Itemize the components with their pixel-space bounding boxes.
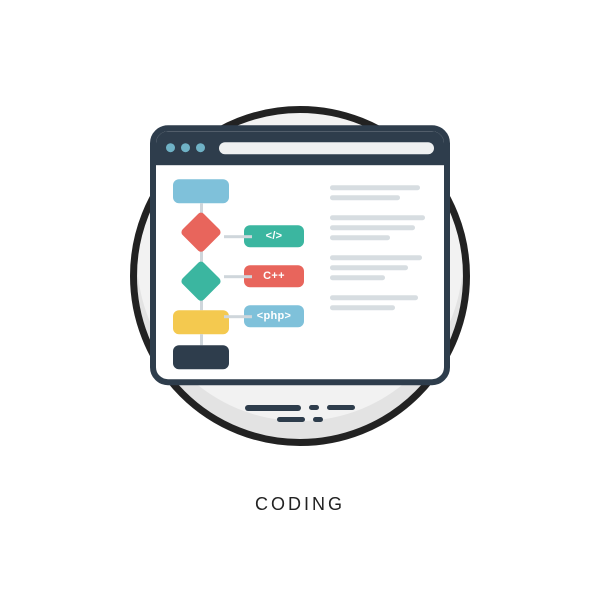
dash-icon	[277, 417, 305, 422]
code-line	[330, 225, 415, 230]
dash-icon	[309, 405, 319, 410]
flow-end-node	[173, 345, 229, 369]
dash-icon	[327, 405, 355, 410]
flow-connector	[200, 334, 203, 345]
code-line	[330, 295, 418, 300]
dash-icon	[313, 417, 323, 422]
code-line	[330, 195, 400, 200]
code-block	[330, 255, 430, 280]
html-tag: </>	[244, 225, 304, 247]
flow-decision-node	[180, 211, 222, 253]
cpp-tag: C++	[244, 265, 304, 287]
tag-label: C++	[263, 270, 285, 282]
code-block	[330, 215, 430, 240]
window-dot-icon	[196, 143, 205, 152]
php-tag: <php>	[244, 305, 304, 327]
flow-process-node	[173, 310, 229, 334]
flow-connector	[200, 251, 203, 262]
code-line	[330, 265, 408, 270]
browser-window: </> C++ <php>	[150, 125, 450, 385]
window-content: </> C++ <php>	[156, 165, 444, 379]
window-dot-icon	[166, 143, 175, 152]
code-block	[330, 295, 430, 310]
tag-connector	[224, 235, 252, 238]
window-dot-icon	[181, 143, 190, 152]
tag-connector	[224, 275, 252, 278]
language-tag-column: </> C++ <php>	[244, 179, 318, 369]
code-line	[330, 185, 420, 190]
code-block	[330, 185, 430, 200]
caption-label: CODING	[255, 494, 345, 515]
base-shadow-dashes	[245, 405, 355, 422]
flowchart-column	[170, 179, 232, 369]
code-line	[330, 275, 385, 280]
code-lines-column	[330, 179, 430, 369]
flow-connector	[200, 300, 203, 311]
tag-label: <php>	[257, 310, 292, 322]
code-line	[330, 235, 390, 240]
dash-icon	[245, 405, 301, 411]
tag-connector	[224, 315, 252, 318]
flow-start-node	[173, 179, 229, 203]
code-line	[330, 305, 395, 310]
tag-label: </>	[266, 230, 283, 242]
flow-decision-node	[180, 259, 222, 301]
code-line	[330, 215, 425, 220]
coding-illustration: </> C++ <php>	[110, 86, 490, 466]
address-bar	[219, 142, 434, 154]
window-titlebar	[156, 131, 444, 165]
code-line	[330, 255, 422, 260]
